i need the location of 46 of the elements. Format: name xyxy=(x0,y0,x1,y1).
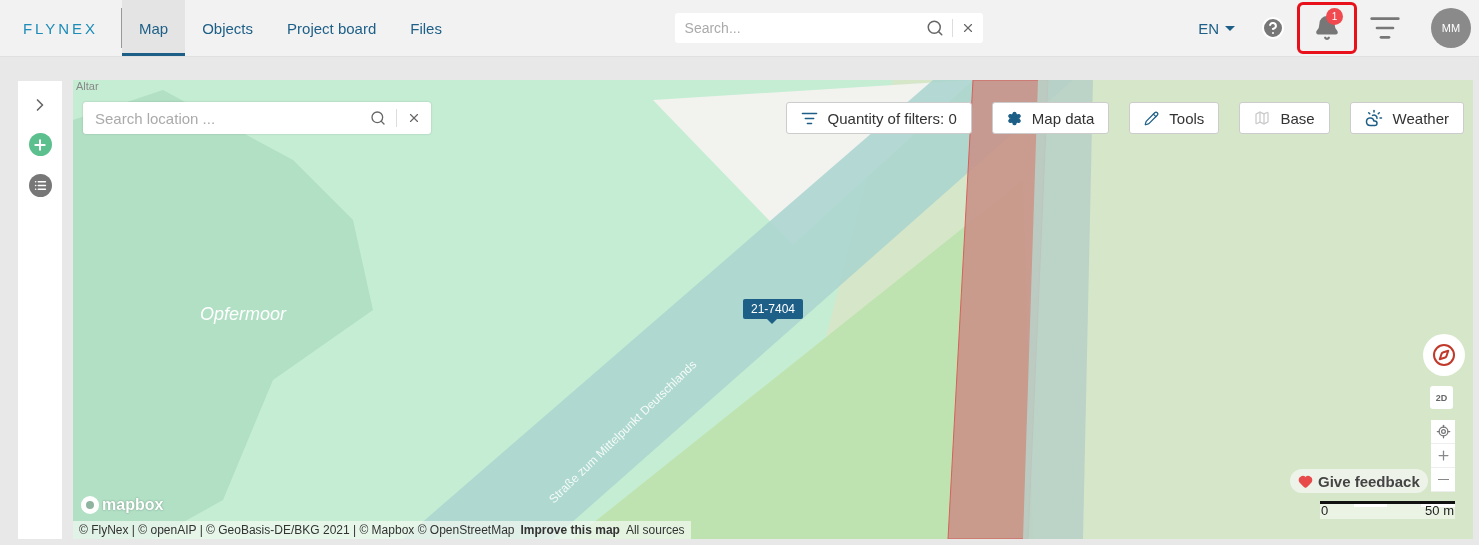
language-dropdown[interactable]: EN xyxy=(1198,19,1235,37)
help-button[interactable] xyxy=(1261,16,1285,40)
map-icon xyxy=(1254,110,1271,126)
feedback-button[interactable]: Give feedback xyxy=(1290,469,1428,493)
caret-icon xyxy=(1225,25,1235,31)
location-search-bar[interactable]: Search location ... xyxy=(83,102,431,134)
logo: FLYNEX xyxy=(21,19,100,37)
map-tool-button[interactable]: Tools xyxy=(1129,102,1220,134)
brand-name: mapbox xyxy=(102,496,164,514)
scale-label: 50 m xyxy=(1425,504,1454,519)
minus-icon xyxy=(1437,478,1449,481)
help-icon xyxy=(1261,16,1285,40)
locate-button[interactable] xyxy=(1431,420,1455,444)
list-icon xyxy=(33,179,47,192)
heart-icon xyxy=(1298,473,1313,489)
map-label: Opfermoor xyxy=(200,304,287,325)
map-tool-button[interactable]: Quantity of filters: 0 xyxy=(785,102,972,134)
nav-tab[interactable]: Project board xyxy=(270,0,394,56)
map-tool-button[interactable]: Weather xyxy=(1349,102,1464,134)
cloud-sun-icon xyxy=(1364,109,1383,127)
search-bar[interactable]: Search... xyxy=(674,13,983,43)
brand-logo-icon xyxy=(80,495,100,515)
attribution-text: © FlyNex | © openAIP | © GeoBasis-DE/BKG 2021 | © Mapbox © OpenStreetMap xyxy=(79,523,515,537)
pencil-icon xyxy=(1144,110,1160,126)
scale-label: 0 xyxy=(1321,504,1329,519)
map-label: Altar xyxy=(76,80,99,92)
locate-icon xyxy=(1435,424,1451,439)
list-button[interactable] xyxy=(28,174,52,197)
compass-icon xyxy=(1432,343,1456,367)
improve-map-link[interactable]: Improve this map xyxy=(520,523,620,537)
nav-tab[interactable]: Files xyxy=(393,0,459,56)
notifications-button[interactable]: 1 xyxy=(1297,2,1357,54)
search-icon[interactable] xyxy=(370,110,386,126)
view-mode-button[interactable]: 2D xyxy=(1430,386,1453,409)
nav-tab[interactable]: Objects xyxy=(185,0,271,56)
attribution-text: All sources xyxy=(625,523,685,537)
nav-tab[interactable]: Map xyxy=(122,0,186,56)
gear-icon xyxy=(1006,110,1022,126)
plus-icon xyxy=(32,136,48,153)
plus-icon xyxy=(1435,448,1451,463)
map-tool-button[interactable]: Base xyxy=(1239,102,1330,134)
search-icon[interactable] xyxy=(925,19,944,37)
map-tool-button[interactable]: Map data xyxy=(991,102,1110,134)
marker-pointer-icon xyxy=(767,319,777,324)
close-icon[interactable] xyxy=(407,111,421,125)
notification-count: 1 xyxy=(1326,8,1343,25)
